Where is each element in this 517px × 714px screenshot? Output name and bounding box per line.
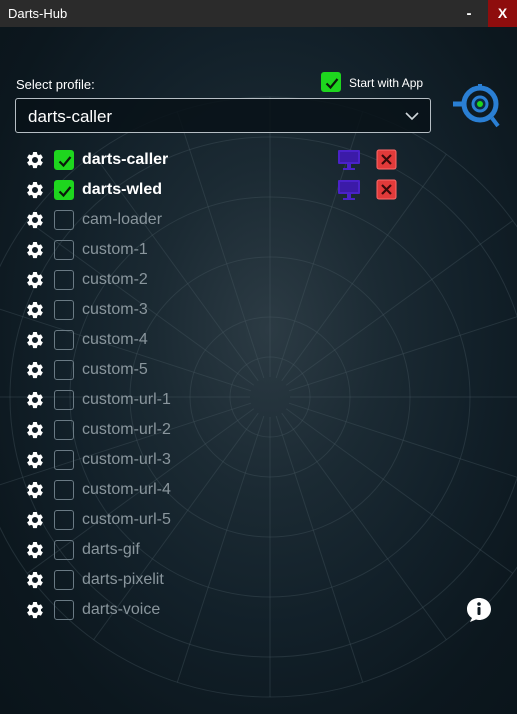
select-profile-label: Select profile: xyxy=(16,77,95,92)
app-name-label: darts-wled xyxy=(82,181,163,198)
app-name-label: custom-4 xyxy=(82,331,148,348)
app-enable-checkbox[interactable] xyxy=(54,480,74,500)
app-name-label: darts-gif xyxy=(82,541,140,558)
start-with-app-checkbox[interactable] xyxy=(321,72,341,92)
gear-icon[interactable] xyxy=(25,150,45,175)
app-name-label: custom-url-3 xyxy=(82,451,171,468)
app-name-label: custom-url-2 xyxy=(82,421,171,438)
window-title: Darts-Hub xyxy=(8,6,68,21)
title-bar: Darts-Hub - X xyxy=(0,0,517,27)
app-enable-checkbox[interactable] xyxy=(54,180,74,200)
close-window-button[interactable]: X xyxy=(488,0,517,27)
gear-icon[interactable] xyxy=(25,360,45,385)
app-row-custom-4: custom-4 xyxy=(0,326,420,356)
app-row-custom-url-3: custom-url-3 xyxy=(0,446,420,476)
gear-icon[interactable] xyxy=(25,180,45,205)
app-enable-checkbox[interactable] xyxy=(54,420,74,440)
app-name-label: cam-loader xyxy=(82,211,163,228)
app-row-custom-url-4: custom-url-4 xyxy=(0,476,420,506)
profile-select-value: darts-caller xyxy=(28,107,113,126)
app-row-custom-2: custom-2 xyxy=(0,266,420,296)
app-row-custom-5: custom-5 xyxy=(0,356,420,386)
app-enable-checkbox[interactable] xyxy=(54,270,74,290)
app-row-darts-gif: darts-gif xyxy=(0,536,420,566)
app-enable-checkbox[interactable] xyxy=(54,330,74,350)
app-enable-checkbox[interactable] xyxy=(54,150,74,170)
monitor-icon[interactable] xyxy=(337,149,361,176)
app-row-darts-pixelit: darts-pixelit xyxy=(0,566,420,596)
app-name-label: custom-3 xyxy=(82,301,148,318)
app-name-label: custom-1 xyxy=(82,241,148,258)
gear-icon[interactable] xyxy=(25,270,45,295)
app-name-label: custom-url-1 xyxy=(82,391,171,408)
app-row-custom-url-1: custom-url-1 xyxy=(0,386,420,416)
app-enable-checkbox[interactable] xyxy=(54,510,74,530)
app-row-custom-3: custom-3 xyxy=(0,296,420,326)
monitor-icon[interactable] xyxy=(337,179,361,206)
app-name-label: custom-url-4 xyxy=(82,481,171,498)
main-panel: Select profile: Start with App darts-cal… xyxy=(0,27,517,714)
app-name-label: darts-pixelit xyxy=(82,571,164,588)
info-icon[interactable] xyxy=(465,596,493,624)
app-enable-checkbox[interactable] xyxy=(54,450,74,470)
start-with-app-label: Start with App xyxy=(349,76,424,90)
gear-icon[interactable] xyxy=(25,570,45,595)
gear-icon[interactable] xyxy=(25,390,45,415)
gear-icon[interactable] xyxy=(25,600,45,625)
app-enable-checkbox[interactable] xyxy=(54,570,74,590)
app-row-custom-url-5: custom-url-5 xyxy=(0,506,420,536)
app-row-custom-url-2: custom-url-2 xyxy=(0,416,420,446)
app-name-label: darts-caller xyxy=(82,151,169,168)
app-enable-checkbox[interactable] xyxy=(54,360,74,380)
app-row-darts-wled: darts-wled xyxy=(0,176,420,206)
app-enable-checkbox[interactable] xyxy=(54,210,74,230)
app-name-label: darts-voice xyxy=(82,601,161,618)
profile-select[interactable]: darts-caller xyxy=(15,98,431,133)
gear-icon[interactable] xyxy=(25,450,45,475)
dartboard-logo-icon xyxy=(453,84,500,128)
gear-icon[interactable] xyxy=(25,510,45,535)
app-enable-checkbox[interactable] xyxy=(54,390,74,410)
app-enable-checkbox[interactable] xyxy=(54,240,74,260)
app-row-darts-caller: darts-caller xyxy=(0,146,420,176)
app-row-darts-voice: darts-voice xyxy=(0,596,420,626)
gear-icon[interactable] xyxy=(25,420,45,445)
close-icon[interactable] xyxy=(376,149,397,175)
app-name-label: custom-url-5 xyxy=(82,511,171,528)
chevron-down-icon xyxy=(405,112,419,121)
gear-icon[interactable] xyxy=(25,300,45,325)
app-row-custom-1: custom-1 xyxy=(0,236,420,266)
gear-icon[interactable] xyxy=(25,210,45,235)
app-name-label: custom-2 xyxy=(82,271,148,288)
gear-icon[interactable] xyxy=(25,480,45,505)
gear-icon[interactable] xyxy=(25,330,45,355)
app-enable-checkbox[interactable] xyxy=(54,300,74,320)
minimize-button[interactable]: - xyxy=(456,0,482,27)
app-enable-checkbox[interactable] xyxy=(54,600,74,620)
close-icon[interactable] xyxy=(376,179,397,205)
app-enable-checkbox[interactable] xyxy=(54,540,74,560)
gear-icon[interactable] xyxy=(25,240,45,265)
app-name-label: custom-5 xyxy=(82,361,148,378)
gear-icon[interactable] xyxy=(25,540,45,565)
app-row-cam-loader: cam-loader xyxy=(0,206,420,236)
